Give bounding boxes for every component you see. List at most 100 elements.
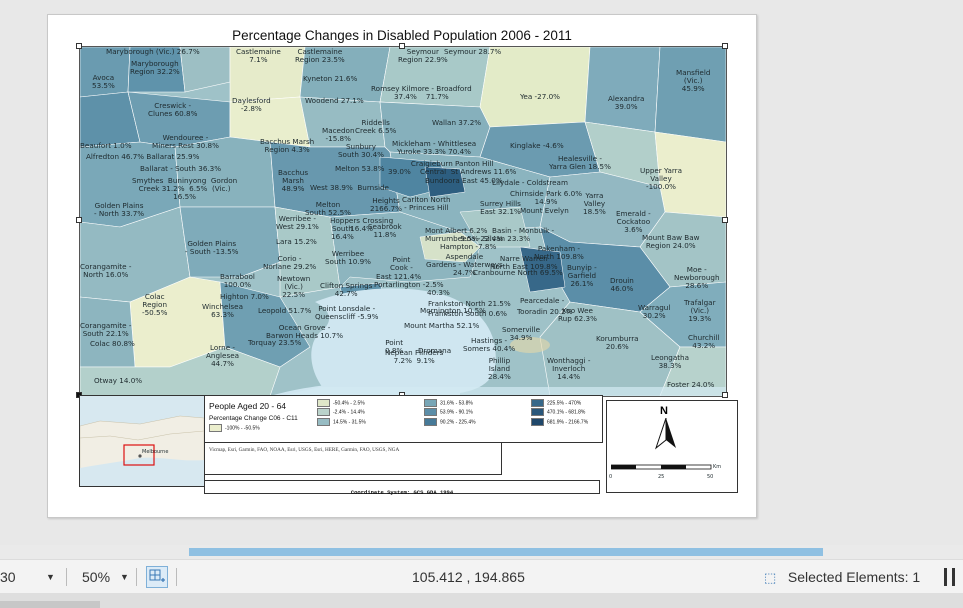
- chevron-down-icon[interactable]: ▼: [46, 560, 55, 594]
- legend-swatch: [531, 408, 544, 416]
- legend-item: -2.4% - 14.4%: [317, 408, 365, 416]
- north-arrow-scale-box[interactable]: N 0 25 50 Km: [606, 400, 738, 493]
- layout-canvas[interactable]: Percentage Changes in Disabled Populatio…: [0, 0, 963, 545]
- selection-handle[interactable]: [76, 43, 82, 49]
- legend-item: 225.5% - 470%: [531, 399, 581, 407]
- map-region-label: Golden Plains - South -13.5%: [185, 239, 239, 256]
- coordinate-system-box[interactable]: Coordinate System: GCS GDA 1994: [204, 480, 600, 496]
- map-region-label: Bunyip - Garfield 26.1%: [567, 263, 597, 288]
- legend-swatch: [317, 399, 330, 407]
- legend-item: 681.9% - 2166.7%: [531, 418, 588, 426]
- map-region-label: Wendouree - Miners Rest 30.8%: [152, 133, 219, 150]
- map-region-label: Kinglake -4.6%: [510, 141, 564, 150]
- map-region-label: Hampton -7.8%: [440, 242, 497, 251]
- map-region-label: Newtown (Vic.) 22.5%: [277, 274, 311, 299]
- inset-city-label: Melbourne: [142, 449, 169, 455]
- zoom-dropdown[interactable]: 50% ▼: [82, 560, 132, 594]
- map-title: Percentage Changes in Disabled Populatio…: [232, 28, 572, 43]
- selection-handle[interactable]: [722, 43, 728, 49]
- legend-item: 470.1% - 681.8%: [531, 408, 585, 416]
- map-region-label: Lara 15.2%: [276, 237, 317, 246]
- map-region-label: Mount Evelyn: [520, 206, 569, 215]
- pause-icon-bar[interactable]: [952, 568, 955, 586]
- map-region-label: Ballarat - South 36.3%: [140, 164, 222, 173]
- map-region-label: Yarra Valley 18.5%: [583, 191, 606, 216]
- selected-elements-text: Selected Elements: 1: [787, 569, 921, 585]
- map-region-label: Healesville - Yarra Glen 18.5%: [549, 154, 611, 171]
- map-region-label: Pakenham - North 109.8%: [534, 244, 584, 261]
- divider: [66, 568, 67, 586]
- map-region-label: Phillip Island 28.4%: [488, 356, 511, 381]
- legend-item: -50.4% - 2.5%: [317, 399, 365, 407]
- map-region-label: Corio - Norlane 29.2%: [263, 254, 317, 271]
- credits-text: Vicmap, Esri, Garmin, FAO, NOAA, Esri, U…: [209, 447, 400, 453]
- coordinate-system-text: Coordinate System: GCS GDA 1994: [350, 489, 454, 496]
- map-region-label: Churchill 43.2%: [688, 333, 720, 350]
- map-region-label: Maryborough Region 32.2%: [130, 59, 180, 76]
- select-elements-icon: ⬚: [764, 570, 777, 585]
- legend-item-label: 225.5% - 470%: [547, 400, 582, 407]
- map-region-label: Lorne - Anglesea 44.7%: [206, 343, 240, 368]
- bottom-panel-bar: [0, 593, 963, 608]
- scale-max: 50: [707, 474, 714, 480]
- selection-handle[interactable]: [76, 217, 82, 223]
- map-region-label: Mickleham - Whittlesea Yuroke 33.3% 70.4…: [392, 139, 477, 156]
- selection-handle[interactable]: [399, 43, 405, 49]
- map-region-label: Koo Wee Rup 62.3%: [558, 306, 597, 323]
- legend-swatch: [424, 408, 437, 416]
- legend-item-label: 681.9% - 2166.7%: [547, 419, 589, 426]
- horizontal-scrollbar[interactable]: [0, 545, 963, 559]
- scale-dropdown[interactable]: 30 ▼: [0, 560, 58, 594]
- map-region-label: Cranbourne North 69.5%: [473, 268, 563, 277]
- legend-swatch: [317, 408, 330, 416]
- layout-page[interactable]: Percentage Changes in Disabled Populatio…: [47, 14, 757, 518]
- map-frame[interactable]: Maryborough (Vic.) 26.7% Castlemaine 7.1%…: [79, 46, 727, 397]
- map-region-label: Craigieburn Panton Hill 39.0% Central St…: [388, 159, 517, 176]
- legend-item-label: -2.4% - 14.4%: [333, 409, 365, 416]
- legend-item: 53.9% - 90.1%: [424, 408, 473, 416]
- map-region-label: Alexandra 39.0%: [608, 94, 645, 111]
- selection-handle[interactable]: [722, 392, 728, 398]
- snap-grid-button[interactable]: [146, 566, 168, 588]
- map-region-label: Lilydale - Coldstream: [492, 178, 568, 187]
- map-region-label: Riddells Creek 6.5%: [355, 118, 397, 135]
- map-region-label: Mount Baw Baw Region 24.0%: [642, 233, 700, 250]
- grid-icon: [149, 569, 165, 582]
- map-region-label: Kyneton 21.6%: [303, 74, 358, 83]
- legend-swatch: [209, 424, 222, 432]
- chevron-down-icon[interactable]: ▼: [120, 560, 129, 594]
- legend[interactable]: People Aged 20 - 64 Percentage Change C0…: [204, 395, 603, 443]
- map-region-label: Bacchus Marsh Region 4.3%: [260, 137, 315, 154]
- scale-zero: 0: [609, 474, 613, 480]
- pause-icon-bar[interactable]: [944, 568, 947, 586]
- legend-item-label: 14.5% - 31.5%: [333, 419, 366, 426]
- map-region-label: Point Cook -: [390, 255, 413, 272]
- inset-map-graphic: [80, 396, 204, 486]
- inset-map[interactable]: Melbourne: [79, 395, 205, 487]
- map-region-label: Wallan 37.2%: [432, 118, 482, 127]
- horizontal-scrollbar-thumb[interactable]: [189, 548, 823, 556]
- selected-elements-indicator[interactable]: ⬚ Selected Elements: 1: [764, 560, 920, 594]
- legend-swatch: [317, 418, 330, 426]
- map-region-label: Melton 53.8%: [335, 164, 385, 173]
- map-region-label: Clifton Springs 42.7%: [320, 281, 373, 298]
- map-region-label: Creswick - Clunes 60.8%: [148, 101, 198, 118]
- map-region-label: Moe - Newborough 28.6%: [674, 265, 720, 290]
- legend-swatch: [424, 418, 437, 426]
- map-region-label: Barrabool 100.0%: [220, 272, 255, 289]
- divider: [136, 568, 137, 586]
- map-region-label: Wonthaggi - Inverloch 14.4%: [547, 356, 591, 381]
- legend-item-label: 31.6% - 53.8%: [440, 400, 473, 407]
- legend-item-label: 90.2% - 225.4%: [440, 419, 476, 426]
- bottom-tab[interactable]: [0, 601, 100, 608]
- map-region-label: Trafalgar (Vic.) 19.3%: [684, 298, 716, 323]
- legend-swatch: [531, 418, 544, 426]
- map-region-label: Alfredton 46.7% Ballarat 25.9%: [86, 152, 200, 161]
- north-arrow-icon: [654, 418, 676, 450]
- map-region-label: Highton 7.0%: [220, 292, 269, 301]
- credits-text-box[interactable]: Vicmap, Esri, Garmin, FAO, NOAA, Esri, U…: [204, 442, 502, 475]
- legend-title: People Aged 20 - 64: [209, 401, 287, 411]
- map-region-label: Drouin 46.0%: [610, 276, 634, 293]
- selection-handle[interactable]: [722, 217, 728, 223]
- map-region-label: Seymour 28.7%: [444, 47, 502, 56]
